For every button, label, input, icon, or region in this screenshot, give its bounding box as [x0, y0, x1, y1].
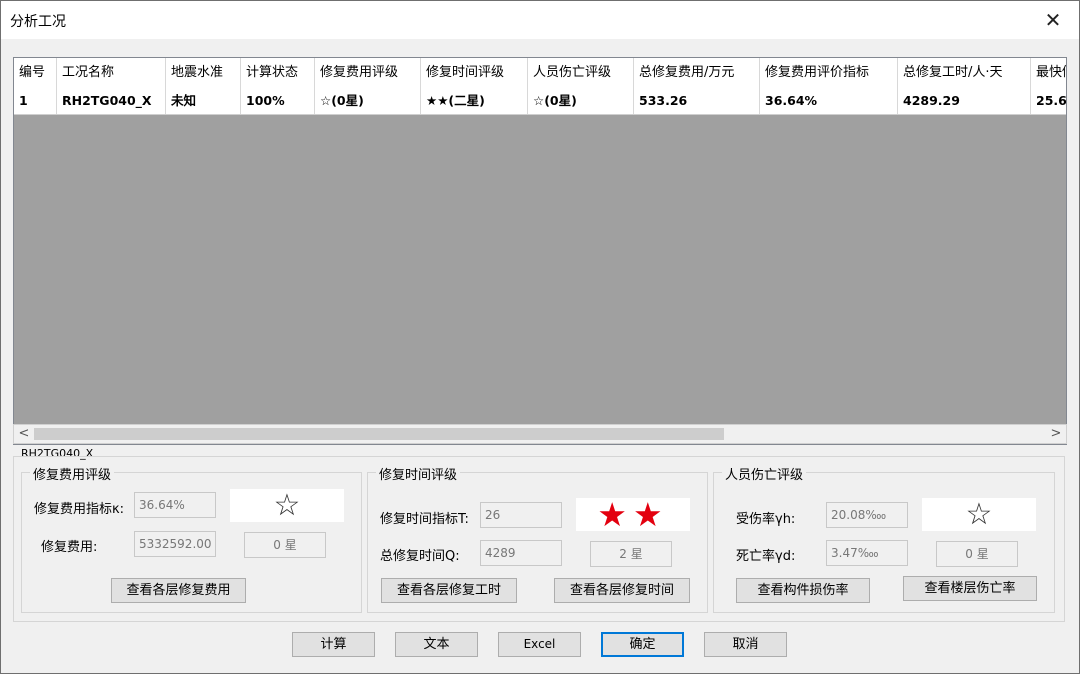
horizontal-scrollbar[interactable]: < > — [13, 424, 1067, 444]
time-rating-group: 修复时间评级 修复时间指标T: 26 ★★ 总修复时间Q: 4289 2 星 查… — [367, 464, 708, 613]
column-header[interactable]: 最快修 — [1031, 58, 1066, 88]
casualty-star-icon: ☆ — [922, 498, 1036, 531]
cost-star-icon: ☆ — [230, 489, 344, 522]
table-cell[interactable]: 100% — [241, 88, 315, 114]
table-cell[interactable]: 533.26 — [634, 88, 760, 114]
time-star-icons: ★★ — [576, 498, 690, 531]
cost-field[interactable]: 5332592.00 — [134, 531, 216, 557]
table-cell[interactable]: 4289.29 — [898, 88, 1031, 114]
grid-header: 编号 工况名称 地震水准 计算状态 修复费用评级 修复时间评级 人员伤亡评级 总… — [14, 58, 1066, 88]
column-header[interactable]: 编号 — [14, 58, 57, 88]
cost-rating-group: 修复费用评级 修复费用指标κ: 36.64% ☆ 修复费用: 5332592.0… — [21, 464, 362, 613]
column-header[interactable]: 总修复费用/万元 — [634, 58, 760, 88]
death-rate-field[interactable]: 3.47‱ — [826, 540, 908, 566]
total-time-label: 总修复时间Q: — [380, 549, 460, 564]
total-time-field[interactable]: 4289 — [480, 540, 562, 566]
window-title: 分析工况 — [10, 14, 66, 30]
table-cell[interactable]: 未知 — [166, 88, 241, 114]
injury-rate-label: 受伤率γh: — [736, 512, 796, 527]
scroll-right-icon[interactable]: > — [1047, 425, 1065, 443]
column-header[interactable]: 修复时间评级 — [421, 58, 528, 88]
analysis-dialog: 分析工况 ✕ 编号 工况名称 地震水准 计算状态 修复费用评级 修复时间评级 人… — [0, 0, 1080, 674]
column-header[interactable]: 人员伤亡评级 — [528, 58, 634, 88]
casualty-star-count: 0 星 — [936, 541, 1018, 567]
excel-button[interactable]: Excel — [498, 632, 581, 657]
text-button[interactable]: 文本 — [395, 632, 478, 657]
view-floor-time-button[interactable]: 查看各层修复时间 — [554, 578, 690, 603]
time-index-label: 修复时间指标T: — [380, 512, 469, 527]
death-rate-label: 死亡率γd: — [736, 549, 796, 564]
column-header[interactable]: 总修复工时/人·天 — [898, 58, 1031, 88]
title-bar[interactable]: 分析工况 ✕ — [1, 1, 1079, 39]
time-star-count: 2 星 — [590, 541, 672, 567]
column-header[interactable]: 修复费用评价指标 — [760, 58, 898, 88]
view-component-damage-button[interactable]: 查看构件损伤率 — [736, 578, 870, 603]
results-grid[interactable]: 编号 工况名称 地震水准 计算状态 修复费用评级 修复时间评级 人员伤亡评级 总… — [13, 57, 1067, 445]
table-cell[interactable]: 36.64% — [760, 88, 898, 114]
cost-index-label: 修复费用指标κ: — [34, 502, 125, 517]
cancel-button[interactable]: 取消 — [704, 632, 787, 657]
column-header[interactable]: 计算状态 — [241, 58, 315, 88]
column-header[interactable]: 工况名称 — [57, 58, 166, 88]
column-header[interactable]: 修复费用评级 — [315, 58, 421, 88]
table-cell[interactable]: ☆(0星) — [315, 88, 421, 114]
injury-rate-field[interactable]: 20.08‱ — [826, 502, 908, 528]
table-cell[interactable]: ★★(二星) — [421, 88, 528, 114]
column-header[interactable]: 地震水准 — [166, 58, 241, 88]
cost-index-field[interactable]: 36.64% — [134, 492, 216, 518]
table-cell[interactable]: 1 — [14, 88, 57, 114]
view-floor-hours-button[interactable]: 查看各层修复工时 — [381, 578, 517, 603]
ok-button[interactable]: 确定 — [601, 632, 684, 657]
table-cell[interactable]: ☆(0星) — [528, 88, 634, 114]
casualty-rating-group: 人员伤亡评级 受伤率γh: 20.08‱ ☆ 死亡率γd: 3.47‱ 0 星 … — [713, 464, 1055, 613]
group-title: 修复费用评级 — [30, 464, 115, 483]
cost-label: 修复费用: — [41, 540, 98, 555]
table-cell[interactable]: RH2TG040_X — [57, 88, 166, 114]
group-title: 人员伤亡评级 — [722, 464, 807, 483]
table-cell[interactable]: 25.67 — [1031, 88, 1066, 114]
view-floor-cost-button[interactable]: 查看各层修复费用 — [111, 578, 246, 603]
time-index-field[interactable]: 26 — [480, 502, 562, 528]
scroll-left-icon[interactable]: < — [15, 425, 33, 443]
calculate-button[interactable]: 计算 — [292, 632, 375, 657]
scroll-thumb[interactable] — [34, 428, 724, 440]
table-row[interactable]: 1 RH2TG040_X 未知 100% ☆(0星) ★★(二星) ☆(0星) … — [14, 88, 1066, 115]
cost-star-count: 0 星 — [244, 532, 326, 558]
view-floor-casualty-button[interactable]: 查看楼层伤亡率 — [903, 576, 1037, 601]
close-icon[interactable]: ✕ — [1035, 6, 1071, 34]
group-title: 修复时间评级 — [376, 464, 461, 483]
